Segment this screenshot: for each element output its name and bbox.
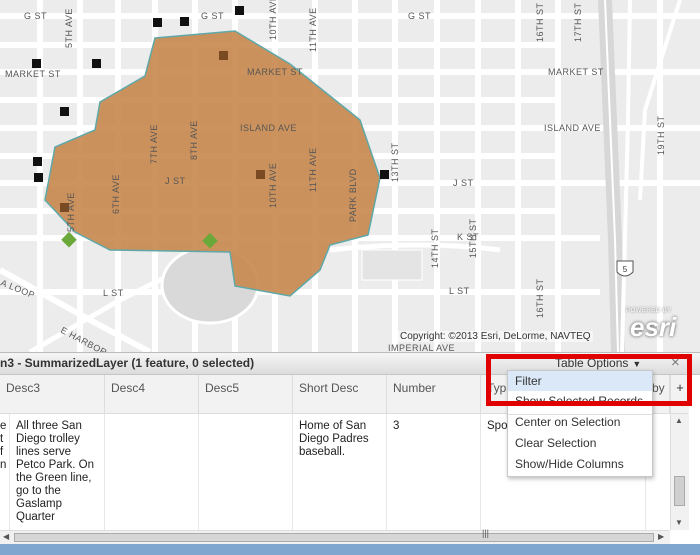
cell-desc5 — [199, 414, 293, 530]
horizontal-scrollbar[interactable]: ◀ ||| ▶ — [0, 528, 670, 545]
menu-item-center-on-selection[interactable]: Center on Selection — [508, 412, 652, 432]
cell-partial: e t f n — [0, 414, 10, 530]
street-label: G ST — [24, 11, 47, 21]
street-label: 11TH AVE — [308, 147, 318, 192]
table-options-button[interactable]: Table Options ▼ — [555, 356, 641, 370]
street-label: G ST — [408, 11, 431, 21]
shield-label: 5 — [623, 265, 628, 274]
column-header-number[interactable]: Number — [387, 375, 481, 413]
column-header-desc4[interactable]: Desc4 — [105, 375, 199, 413]
menu-item-show-selected-records[interactable]: Show Selected Records — [508, 391, 652, 411]
esri-wordmark: esri — [630, 312, 677, 342]
street-label: 13TH ST — [390, 142, 400, 182]
horizontal-scroll-thumb[interactable] — [14, 533, 654, 542]
street-label: MARKET ST — [247, 67, 303, 77]
street-label: 10TH AVE — [268, 163, 278, 208]
street-label: MARKET ST — [5, 69, 61, 79]
scroll-left-icon[interactable]: ◀ — [3, 532, 9, 541]
layer-title: n3 - SummarizedLayer (1 feature, 0 selec… — [0, 356, 255, 370]
esri-logo: POWERED BY esri — [626, 308, 688, 344]
street-label: J ST — [165, 176, 186, 186]
caret-down-icon: ▼ — [632, 359, 642, 369]
menu-item-show-hide-columns[interactable]: Show/Hide Columns — [508, 454, 652, 474]
column-header-desc3[interactable]: Desc3 — [0, 375, 105, 413]
scroll-down-icon[interactable]: ▼ — [675, 518, 683, 527]
scroll-up-icon[interactable]: ▲ — [675, 416, 683, 425]
map-view[interactable]: 5 G ST G ST G ST MARKET ST MARKET ST MAR… — [0, 0, 700, 352]
street-label: 16TH ST — [535, 2, 545, 42]
street-label: 15TH ST — [468, 218, 478, 258]
street-label: 7TH AVE — [149, 124, 159, 164]
cell-number: 3 — [387, 414, 481, 530]
street-label: 11TH AVE — [308, 7, 318, 52]
column-header-short-desc[interactable]: Short Desc — [293, 375, 387, 413]
street-label: 10TH AVE — [268, 0, 278, 40]
street-label: ISLAND AVE — [544, 123, 601, 133]
street-label: IMPERIAL AVE — [388, 343, 455, 352]
street-label: 16TH ST — [535, 278, 545, 318]
street-label: G ST — [201, 11, 224, 21]
cell-desc3: All three San Diego trolley lines serve … — [10, 414, 105, 530]
map-copyright: Copyright: ©2013 Esri, DeLorme, NAVTEQ — [398, 331, 593, 342]
street-label: L ST — [449, 286, 470, 296]
cell-desc4 — [105, 414, 199, 530]
street-label: ISLAND AVE — [240, 123, 297, 133]
street-label: MARKET ST — [548, 67, 604, 77]
street-label: L ST — [103, 288, 124, 298]
interstate-shield-icon: 5 — [616, 260, 634, 277]
street-label: 5TH AVE — [66, 192, 76, 232]
close-icon[interactable]: × — [671, 354, 680, 371]
street-label: 17TH ST — [573, 2, 583, 42]
table-options-label: Table Options — [555, 356, 629, 370]
street-label: PARK BLVD — [348, 168, 358, 222]
street-label: 6TH AVE — [111, 174, 121, 214]
column-header-desc5[interactable]: Desc5 — [199, 375, 293, 413]
vertical-scroll-thumb[interactable] — [674, 476, 685, 506]
street-label: 5TH AVE — [64, 8, 74, 48]
cell-short-desc: Home of San Diego Padres baseball. — [293, 414, 387, 530]
street-label: 14TH ST — [430, 228, 440, 268]
menu-item-clear-selection[interactable]: Clear Selection — [508, 433, 652, 453]
menu-item-filter[interactable]: Filter — [508, 371, 652, 391]
add-column-button[interactable]: + — [670, 375, 689, 413]
basemap: 5 G ST G ST G ST MARKET ST MARKET ST MAR… — [0, 0, 700, 352]
table-options-menu: Filter Show Selected Records Center on S… — [507, 370, 653, 477]
vertical-scrollbar[interactable]: ▲ ▼ — [670, 414, 689, 530]
street-label: 19TH ST — [656, 115, 666, 155]
scroll-right-icon[interactable]: ▶ — [658, 532, 664, 541]
scroll-grip-icon: ||| — [482, 528, 490, 538]
street-label: 8TH AVE — [189, 120, 199, 160]
street-label: J ST — [453, 178, 474, 188]
window-bottom-border — [0, 544, 700, 555]
